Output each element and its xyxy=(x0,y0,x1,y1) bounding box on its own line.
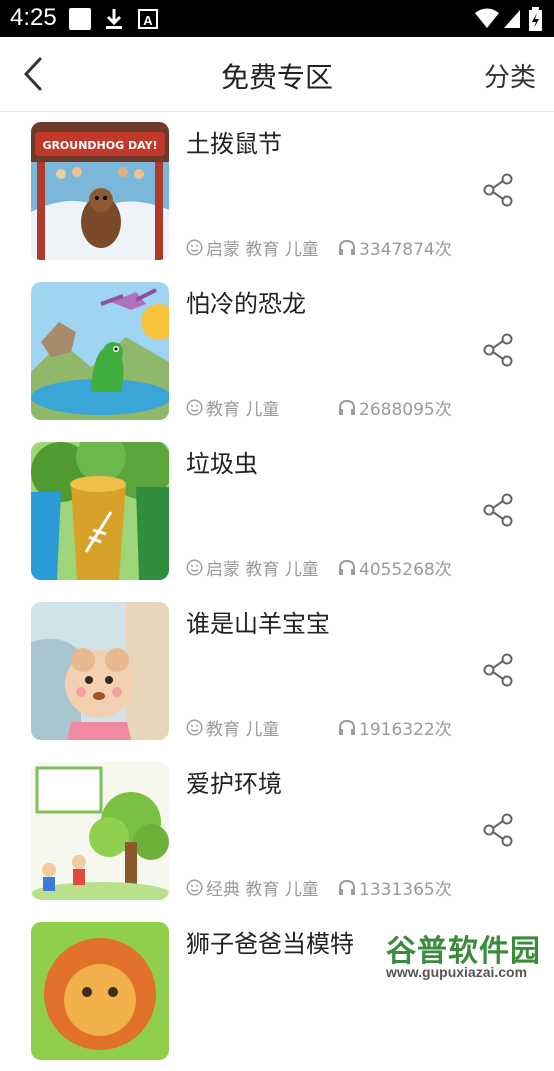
share-icon[interactable] xyxy=(482,173,516,207)
play-count-text: 4055268次 xyxy=(359,560,452,580)
status-bar: 4:25 A xyxy=(0,0,554,37)
notification-icon xyxy=(69,8,91,30)
headphones-icon xyxy=(339,559,355,575)
watermark-url: www.gupuxiazai.com xyxy=(386,964,528,980)
play-count-text: 2688095次 xyxy=(359,400,452,420)
play-count-text: 1916322次 xyxy=(359,720,452,740)
svg-text:A: A xyxy=(143,13,153,28)
headphones-icon xyxy=(339,879,355,895)
item-tags: 教育 儿童 xyxy=(186,395,279,420)
wifi-icon xyxy=(475,8,499,28)
list-item[interactable]: 谁是山羊宝宝 教育 儿童 1916322次 xyxy=(0,591,554,751)
thumbnail-image[interactable] xyxy=(31,282,169,420)
share-icon[interactable] xyxy=(482,813,516,847)
thumbnail-image[interactable] xyxy=(31,602,169,740)
play-count: 2688095次 xyxy=(338,395,452,420)
item-title[interactable]: 怕冷的恐龙 xyxy=(186,284,306,319)
item-title[interactable]: 土拨鼠节 xyxy=(186,124,282,159)
item-title[interactable]: 谁是山羊宝宝 xyxy=(186,604,330,639)
app-header: 免费专区 分类 xyxy=(0,37,554,112)
thumbnail-caption: GROUNDHOG DAY! xyxy=(42,139,157,152)
item-tags: 启蒙 教育 儿童 xyxy=(186,235,319,260)
smile-icon xyxy=(186,559,203,576)
tags-text: 启蒙 教育 儿童 xyxy=(206,560,319,580)
item-tags: 经典 教育 儿童 xyxy=(186,875,319,900)
thumbnail-image[interactable]: GROUNDHOG DAY! xyxy=(31,122,169,260)
tags-text: 启蒙 教育 儿童 xyxy=(206,240,319,260)
item-title[interactable]: 爱护环境 xyxy=(186,764,282,799)
battery-icon xyxy=(529,7,542,31)
smile-icon xyxy=(186,879,203,896)
item-tags: 教育 儿童 xyxy=(186,715,279,740)
item-title[interactable]: 狮子爸爸当模特 xyxy=(186,924,354,959)
item-title[interactable]: 垃圾虫 xyxy=(186,444,258,479)
tags-text: 经典 教育 儿童 xyxy=(206,880,319,900)
status-time: 4:25 xyxy=(10,4,57,31)
smile-icon xyxy=(186,239,203,256)
thumbnail-image[interactable] xyxy=(31,922,169,1060)
download-icon xyxy=(106,9,122,29)
page-title: 免费专区 xyxy=(220,61,333,94)
item-tags: 启蒙 教育 儿童 xyxy=(186,555,319,580)
play-count-text: 3347874次 xyxy=(359,240,452,260)
share-icon[interactable] xyxy=(482,653,516,687)
smile-icon xyxy=(186,399,203,416)
font-icon: A xyxy=(138,9,158,29)
tags-text: 教育 儿童 xyxy=(206,720,280,740)
thumbnail-image[interactable] xyxy=(31,442,169,580)
headphones-icon xyxy=(339,239,355,255)
play-count-text: 1331365次 xyxy=(359,880,452,900)
share-icon[interactable] xyxy=(482,493,516,527)
list-item[interactable]: 垃圾虫 启蒙 教育 儿童 4055268次 xyxy=(0,431,554,591)
headphones-icon xyxy=(339,399,355,415)
watermark: 谷普软件园 www.gupuxiazai.com xyxy=(382,924,554,984)
play-count: 3347874次 xyxy=(338,235,452,260)
share-icon[interactable] xyxy=(482,333,516,367)
list-item[interactable]: 爱护环境 经典 教育 儿童 1331365次 xyxy=(0,751,554,911)
signal-icon xyxy=(504,10,520,28)
list-item[interactable]: 怕冷的恐龙 教育 儿童 2688095次 xyxy=(0,271,554,431)
headphones-icon xyxy=(339,719,355,735)
play-count: 4055268次 xyxy=(338,555,452,580)
play-count: 1331365次 xyxy=(338,875,452,900)
list-item[interactable]: GROUNDHOG DAY! 土拨鼠节 启蒙 教育 儿童 3347874次 xyxy=(0,111,554,271)
smile-icon xyxy=(186,719,203,736)
play-count: 1916322次 xyxy=(338,715,452,740)
tags-text: 教育 儿童 xyxy=(206,400,280,420)
thumbnail-image[interactable] xyxy=(31,762,169,900)
category-button[interactable]: 分类 xyxy=(484,57,536,94)
